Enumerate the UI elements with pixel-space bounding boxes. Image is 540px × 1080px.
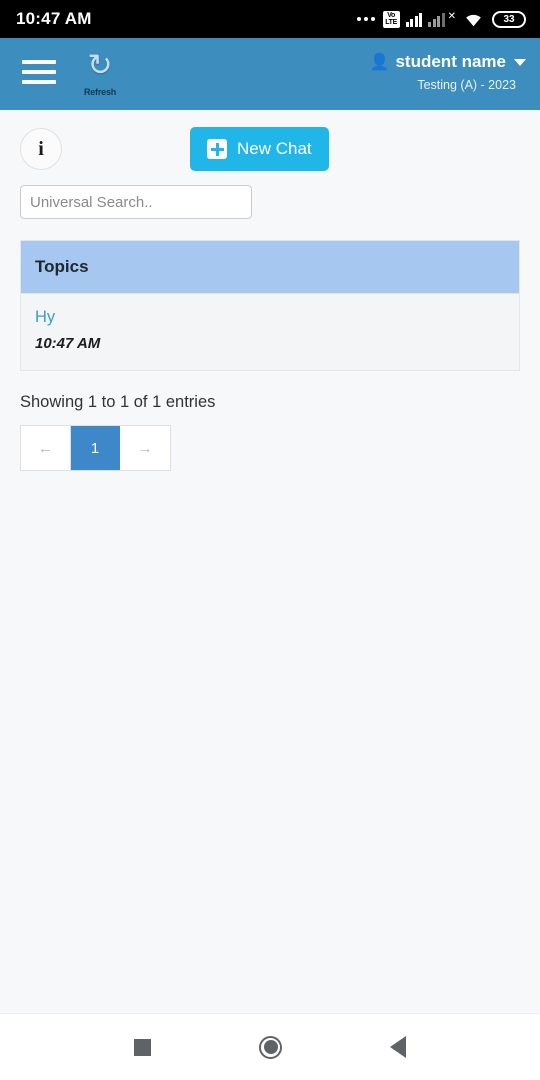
signal-icon — [405, 12, 423, 27]
user-menu-line: 👤 student name — [370, 52, 526, 72]
column-header-topics: Topics — [35, 257, 89, 276]
main-content: i New Chat Topics Hy 10:47 AM Showing 1 … — [0, 110, 540, 1013]
hamburger-menu-icon[interactable] — [22, 60, 56, 84]
pagination-prev[interactable]: ← — [21, 426, 71, 470]
volte-bottom-label: LTE — [385, 19, 398, 26]
pagination: ← 1 → — [20, 425, 171, 471]
chevron-down-icon — [514, 58, 526, 66]
pagination-next[interactable]: → — [120, 426, 170, 470]
refresh-label: Refresh — [83, 87, 117, 97]
new-chat-label: New Chat — [237, 139, 312, 158]
refresh-icon: ↻ — [87, 49, 113, 82]
battery-icon: 33 — [492, 10, 526, 28]
topic-link[interactable]: Hy — [35, 308, 505, 327]
person-icon: 👤 — [369, 54, 390, 71]
topic-time: 10:47 AM — [35, 335, 101, 352]
app-header: ↻ Refresh 👤 student name Testing (A) - 2… — [0, 38, 540, 110]
refresh-button[interactable]: ↻ Refresh — [78, 50, 122, 98]
info-icon: i — [38, 137, 44, 160]
status-clock: 10:47 AM — [16, 9, 92, 28]
entries-summary: Showing 1 to 1 of 1 entries — [20, 393, 216, 411]
more-dots-icon — [356, 17, 375, 21]
status-bar: 10:47 AM Vo LTE ✕ 33 — [0, 0, 540, 38]
home-icon[interactable] — [259, 1035, 282, 1059]
volte-icon: Vo LTE — [382, 10, 400, 28]
recents-icon[interactable] — [134, 1038, 151, 1056]
table-header-row: Topics — [21, 241, 519, 293]
plus-icon — [207, 139, 227, 159]
signal-secondary-icon — [428, 12, 445, 27]
toolbar-row: i New Chat — [20, 110, 520, 171]
new-chat-button[interactable]: New Chat — [190, 127, 329, 171]
pagination-page-1[interactable]: 1 — [70, 426, 121, 470]
phone-screen: 10:47 AM Vo LTE ✕ 33 ↻ Refresh 👤 student… — [0, 0, 540, 1080]
volte-top-label: Vo — [387, 11, 396, 19]
no-sim-icon: ✕ — [447, 11, 456, 22]
status-icon-group: Vo LTE ✕ 33 — [356, 10, 526, 28]
info-button[interactable]: i — [20, 128, 62, 170]
search-input[interactable] — [20, 185, 252, 219]
back-icon[interactable] — [390, 1036, 406, 1058]
user-context-label: Testing (A) - 2023 — [417, 78, 516, 92]
android-nav-bar — [0, 1013, 540, 1080]
wifi-icon — [464, 12, 483, 27]
battery-level-label: 33 — [503, 13, 515, 25]
table-row[interactable]: Hy 10:47 AM — [21, 293, 519, 370]
user-menu[interactable]: 👤 student name Testing (A) - 2023 — [370, 52, 526, 92]
user-name-label: student name — [395, 52, 506, 71]
topics-table: Topics Hy 10:47 AM — [20, 240, 520, 371]
